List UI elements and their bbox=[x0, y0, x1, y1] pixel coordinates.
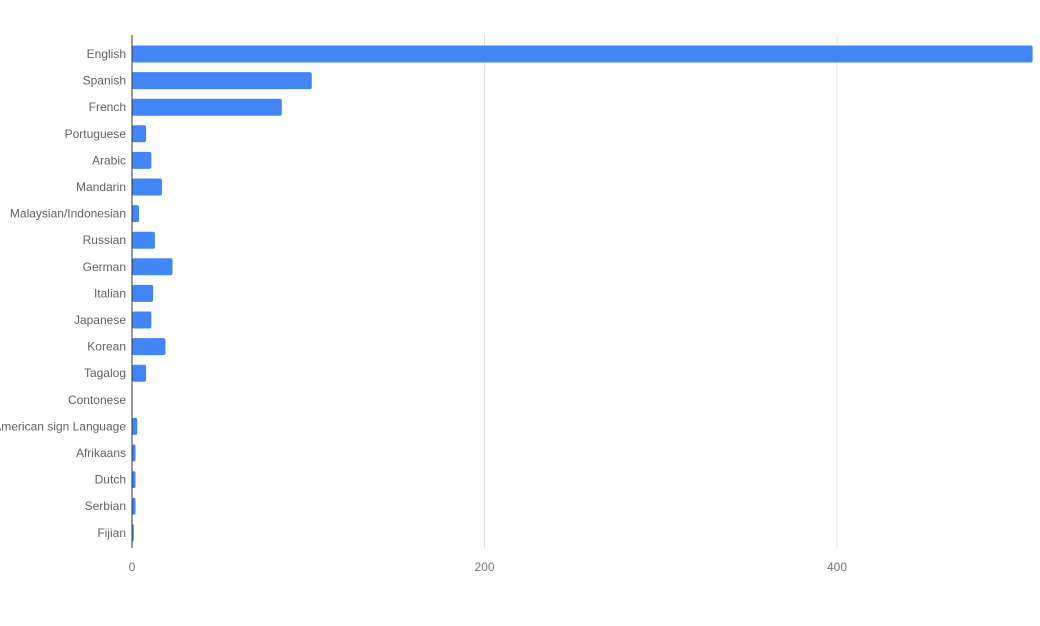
bar-russian bbox=[132, 231, 155, 249]
category-label: Contonese bbox=[68, 393, 126, 407]
bar-mandarin bbox=[132, 178, 162, 196]
category-label: Arabic bbox=[92, 153, 126, 167]
bar-korean bbox=[132, 338, 166, 356]
category-label: American sign Language bbox=[0, 419, 126, 433]
x-tick-label: 0 bbox=[129, 560, 136, 574]
category-label: Korean bbox=[87, 340, 126, 354]
category-label: French bbox=[89, 100, 126, 114]
bar-american-sign-language bbox=[132, 417, 138, 435]
bar-tagalog bbox=[132, 364, 147, 382]
category-label: Russian bbox=[83, 233, 126, 247]
category-label: German bbox=[83, 260, 126, 274]
bar-french bbox=[132, 98, 282, 116]
category-label: Afrikaans bbox=[76, 446, 126, 460]
bar-dutch bbox=[132, 471, 136, 489]
gridlines bbox=[484, 35, 838, 548]
category-label: Spanish bbox=[83, 74, 126, 88]
x-tick-label: 400 bbox=[827, 560, 847, 574]
bar-spanish bbox=[132, 72, 312, 90]
bar-serbian bbox=[132, 497, 136, 515]
category-label: Italian bbox=[94, 286, 126, 300]
bar-german bbox=[132, 258, 173, 276]
category-label: Malaysian/Indonesian bbox=[10, 207, 126, 221]
category-label: Portuguese bbox=[65, 127, 127, 141]
category-label: English bbox=[87, 47, 126, 61]
category-label: Mandarin bbox=[76, 180, 126, 194]
bar-portuguese bbox=[132, 125, 147, 143]
category-label: Fijian bbox=[97, 526, 126, 540]
bar-english bbox=[132, 45, 1033, 63]
bar-afrikaans bbox=[132, 444, 136, 462]
bar-italian bbox=[132, 284, 154, 302]
bar-malaysian-indonesian bbox=[132, 205, 140, 223]
category-label: Tagalog bbox=[84, 366, 126, 380]
bar-japanese bbox=[132, 311, 152, 329]
category-label: Dutch bbox=[95, 473, 126, 487]
category-labels: English Spanish French Portuguese Arabic Mand… bbox=[0, 47, 126, 540]
bars bbox=[132, 45, 1033, 542]
category-label: Serbian bbox=[85, 499, 126, 513]
category-label: Japanese bbox=[74, 313, 126, 327]
x-tick-label: 200 bbox=[474, 560, 494, 574]
x-tick-labels: 0 200 400 bbox=[129, 560, 848, 574]
bar-arabic bbox=[132, 151, 152, 169]
bar-chart: English Spanish French Portuguese Arabic Mand… bbox=[0, 35, 1033, 574]
